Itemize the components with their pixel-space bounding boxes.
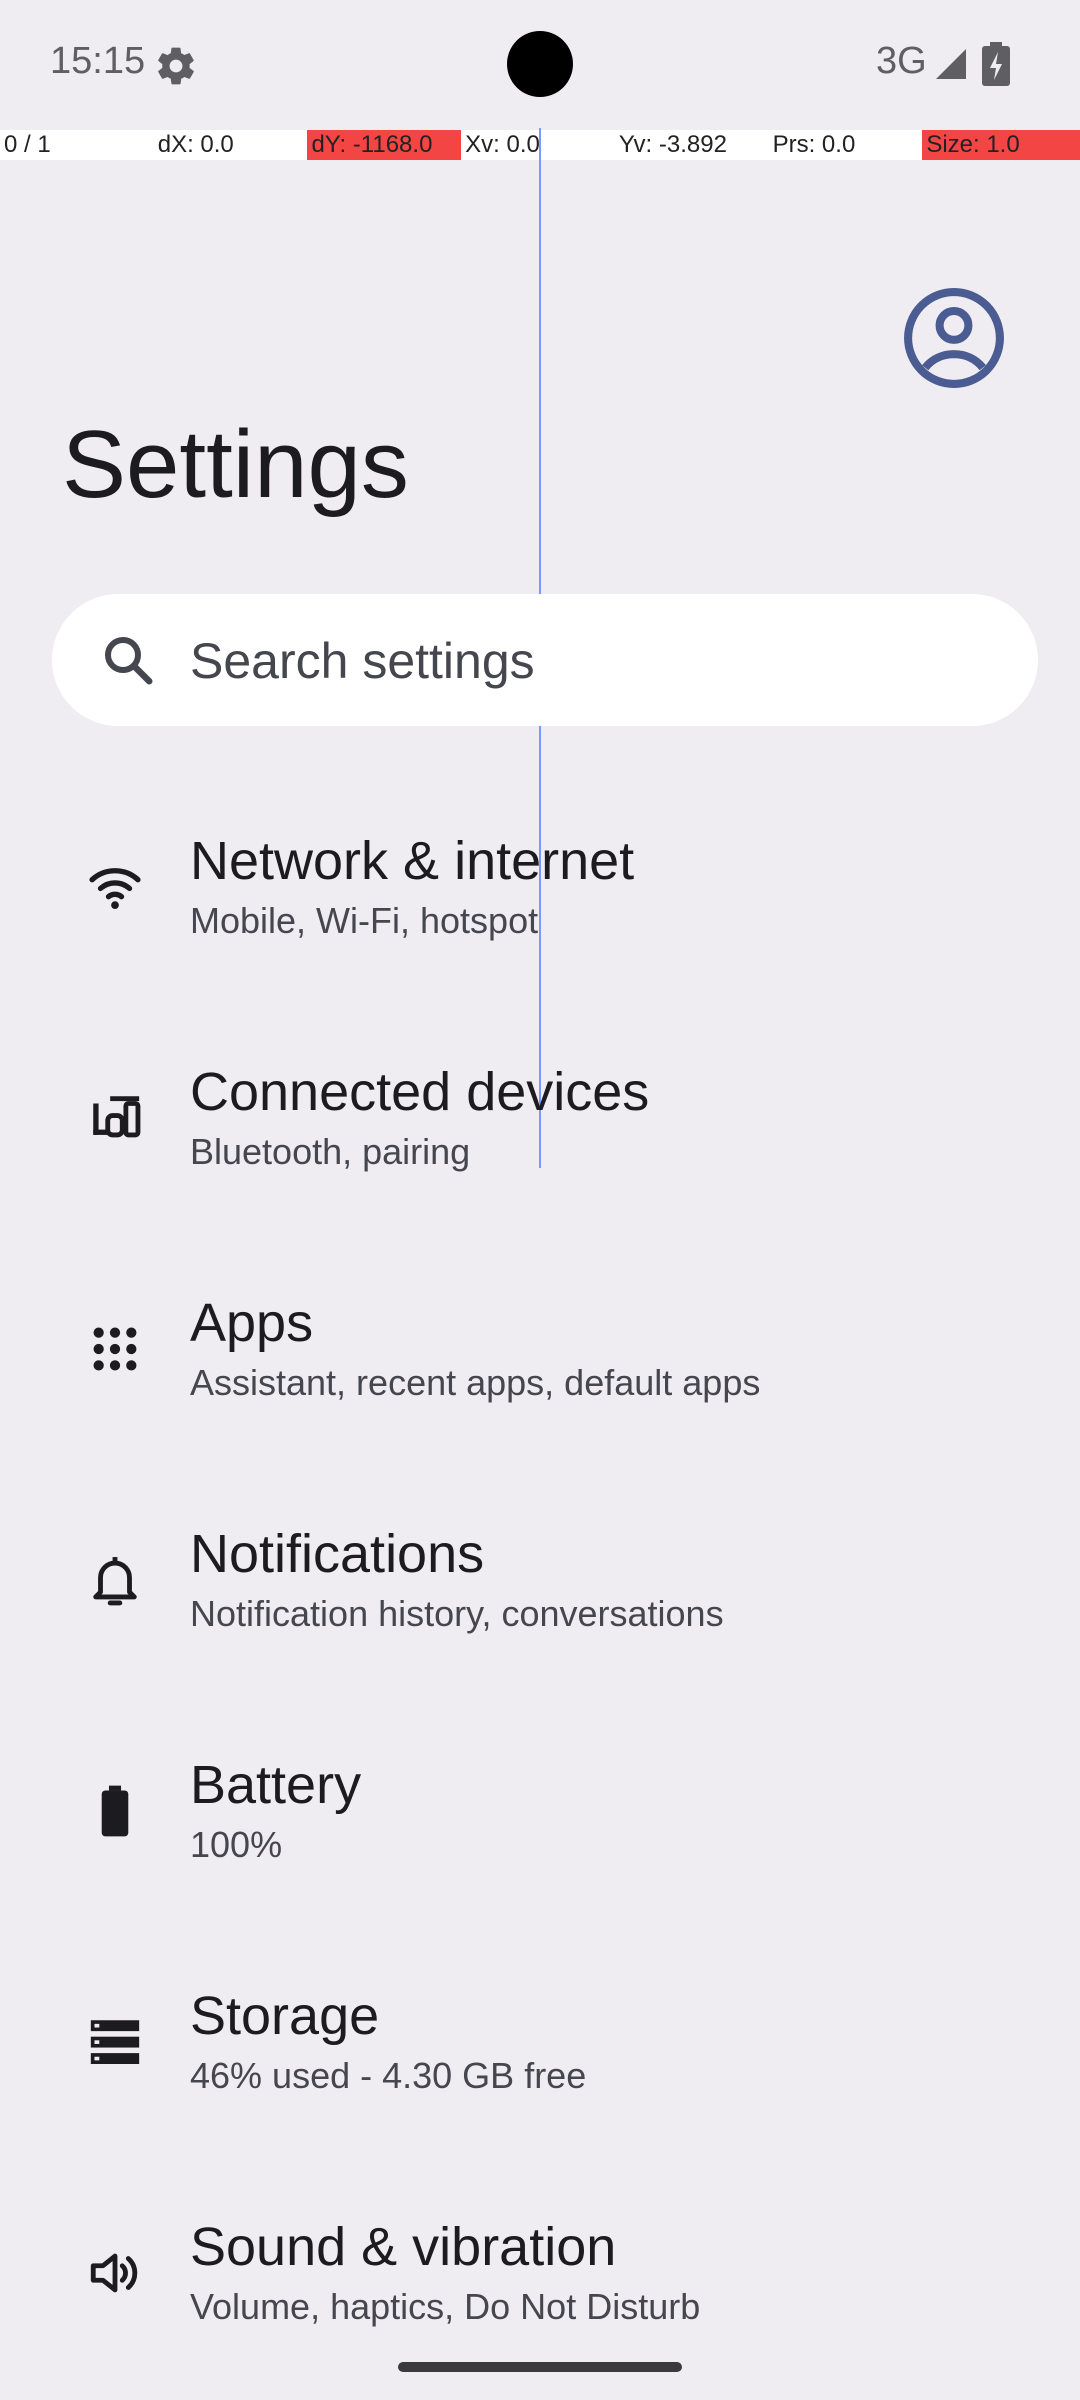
setting-network-internet[interactable]: Network & internet Mobile, Wi-Fi, hotspo… [0, 770, 1080, 1001]
camera-cutout [507, 31, 573, 97]
setting-title: Notifications [190, 1524, 485, 1584]
debug-yv: Yv: -3.892 [618, 131, 727, 158]
setting-battery[interactable]: Battery 100% [0, 1694, 1080, 1925]
setting-title: Apps [190, 1293, 314, 1353]
setting-subtitle: Assistant, recent apps, default apps [190, 1362, 761, 1403]
setting-subtitle: Notification history, conversations [190, 1593, 724, 1634]
setting-subtitle: 100% [190, 1824, 283, 1865]
debug-prs: Prs: 0.0 [772, 131, 856, 158]
setting-title: Sound & vibration [190, 2217, 617, 2277]
setting-notifications[interactable]: Notifications Notification history, conv… [0, 1463, 1080, 1694]
setting-connected-devices[interactable]: Connected devices Bluetooth, pairing [0, 1001, 1080, 1232]
volume-icon [84, 2242, 146, 2304]
page-title: Settings [62, 411, 409, 518]
wifi-icon [84, 856, 146, 918]
signal-icon [936, 49, 966, 79]
status-bar: 15:15 3G [0, 0, 1080, 128]
account-circle-icon [904, 288, 1004, 388]
setting-title: Battery [190, 1755, 362, 1815]
settings-list: Network & internet Mobile, Wi-Fi, hotspo… [0, 770, 1080, 2387]
setting-title: Connected devices [190, 1062, 650, 1122]
setting-apps[interactable]: Apps Assistant, recent apps, default app… [0, 1232, 1080, 1463]
setting-title: Network & internet [190, 831, 635, 891]
search-icon[interactable] [98, 630, 158, 690]
setting-title: Storage [190, 1986, 380, 2046]
setting-subtitle: Volume, haptics, Do Not Disturb [190, 2286, 701, 2327]
setting-sound-vibration[interactable]: Sound & vibration Volume, haptics, Do No… [0, 2156, 1080, 2387]
setting-subtitle: Mobile, Wi-Fi, hotspot [190, 900, 539, 941]
devices-icon [84, 1087, 146, 1149]
status-time: 15:15 [50, 40, 146, 82]
setting-subtitle: Bluetooth, pairing [190, 1131, 471, 1172]
storage-icon [84, 2011, 146, 2073]
debug-pointer: 0 / 1 [4, 131, 51, 158]
settings-screen: 15:15 3G 0 / 1 dX: 0.0 dY: -1168.0 Xv: 0… [0, 0, 1080, 2400]
network-type: 3G [876, 40, 927, 82]
debug-size: Size: 1.0 [922, 130, 1080, 160]
search-input[interactable]: Search settings [190, 632, 535, 690]
bell-icon [84, 1549, 146, 1611]
debug-dx: dX: 0.0 [157, 131, 234, 158]
apps-grid-icon [84, 1318, 146, 1380]
gear-icon [158, 47, 194, 85]
battery-charging-icon [982, 42, 1010, 86]
debug-dy: dY: -1168.0 [307, 130, 462, 160]
navigation-handle[interactable] [398, 2362, 682, 2372]
battery-icon [84, 1780, 146, 1842]
setting-subtitle: 46% used - 4.30 GB free [190, 2055, 587, 2096]
setting-storage[interactable]: Storage 46% used - 4.30 GB free [0, 1925, 1080, 2156]
account-avatar-button[interactable] [892, 276, 1016, 400]
